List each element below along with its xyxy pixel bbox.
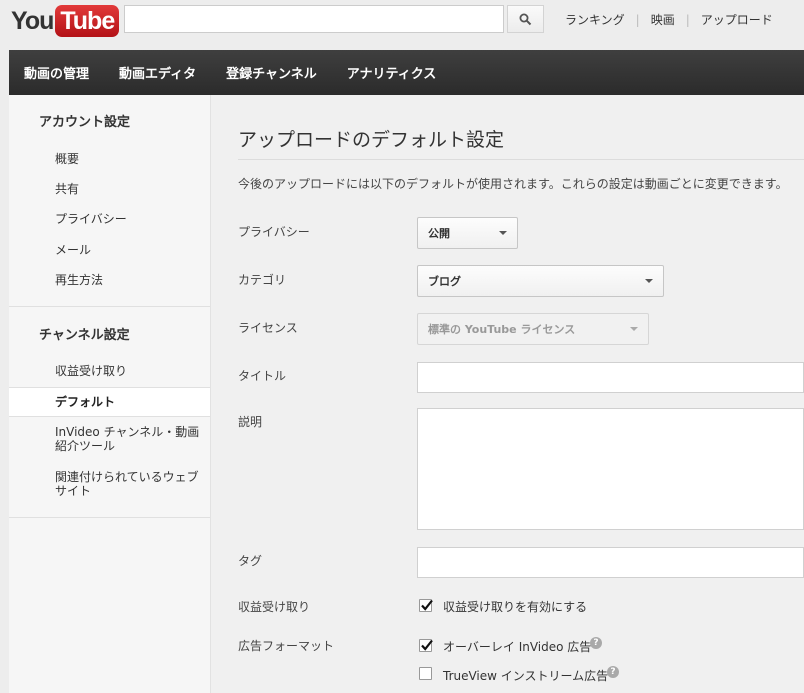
- sidebar-item-sharing[interactable]: 共有: [55, 182, 79, 196]
- link-separator: |: [635, 12, 640, 27]
- checkmark-icon: [421, 599, 433, 611]
- description-textarea[interactable]: [417, 408, 804, 530]
- sidebar-item-privacy[interactable]: プライバシー: [55, 212, 127, 226]
- logo-you-text: You: [11, 6, 54, 35]
- checkmark-icon: [421, 639, 433, 651]
- category-label: カテゴリ: [238, 273, 287, 287]
- help-icon[interactable]: ?: [590, 637, 602, 649]
- logo-tube-text: Tube: [55, 5, 120, 37]
- chevron-down-icon: [499, 231, 507, 235]
- overlay-ad-checkbox[interactable]: [419, 639, 433, 652]
- chevron-down-icon: [630, 327, 638, 331]
- ad-format-label: 広告フォーマット: [238, 639, 335, 653]
- title-input[interactable]: [417, 362, 804, 393]
- category-select[interactable]: ブログ: [417, 265, 664, 297]
- trueview-ad-checkbox[interactable]: [419, 667, 432, 680]
- privacy-select-value: 公開: [428, 227, 450, 240]
- overlay-ad-label[interactable]: オーバーレイ InVideo 広告: [443, 638, 591, 655]
- license-select[interactable]: 標準の YouTube ライセンス: [417, 313, 649, 345]
- monetization-label: 収益受け取り: [238, 600, 311, 614]
- search-button[interactable]: [507, 5, 544, 33]
- sidebar-divider: [9, 306, 210, 307]
- privacy-select[interactable]: 公開: [417, 217, 518, 249]
- title-divider: [238, 159, 804, 160]
- sidebar-item-overview[interactable]: 概要: [55, 152, 79, 166]
- chevron-down-icon: [645, 279, 653, 283]
- upload-link[interactable]: アップロード: [701, 11, 773, 28]
- page-title: アップロードのデフォルト設定: [238, 129, 505, 151]
- tags-label: タグ: [238, 554, 263, 568]
- sidebar-item-email[interactable]: メール: [55, 243, 91, 257]
- account-settings-heading: アカウント設定: [39, 115, 131, 130]
- top-links: ランキング | 映画 | アップロード: [565, 11, 773, 28]
- creator-nav-bar: 動画の管理 動画エディタ 登録チャンネル アナリティクス: [9, 50, 804, 95]
- link-separator: |: [685, 12, 690, 27]
- youtube-logo[interactable]: You Tube: [11, 5, 120, 37]
- category-select-value: ブログ: [428, 275, 461, 288]
- trueview-ad-label[interactable]: TrueView インストリーム広告: [443, 667, 608, 684]
- privacy-label: プライバシー: [238, 225, 310, 239]
- movies-link[interactable]: 映画: [651, 11, 675, 28]
- monetize-checkbox[interactable]: [419, 599, 433, 612]
- nav-analytics[interactable]: アナリティクス: [347, 63, 437, 82]
- channel-settings-heading: チャンネル設定: [39, 328, 130, 343]
- search-icon: [519, 13, 532, 25]
- upload-defaults-panel: アップロードのデフォルト設定 今後のアップロードには以下のデフォルトが使用されま…: [211, 95, 804, 693]
- help-icon[interactable]: ?: [607, 666, 619, 678]
- sidebar-item-monetization[interactable]: 収益受け取り: [55, 364, 127, 378]
- settings-sidebar: アカウント設定 概要 共有 プライバシー メール 再生方法 チャンネル設定 収益…: [9, 95, 211, 693]
- sidebar-divider: [9, 517, 210, 518]
- search-input[interactable]: [124, 5, 504, 33]
- description-label: 説明: [238, 415, 263, 429]
- ranking-link[interactable]: ランキング: [565, 11, 625, 28]
- nav-video-manager[interactable]: 動画の管理: [24, 63, 89, 82]
- page-description: 今後のアップロードには以下のデフォルトが使用されます。これらの設定は動画ごとに変…: [238, 177, 788, 191]
- masthead: You Tube ランキング | 映画 | アップロード: [0, 0, 804, 50]
- license-select-value: 標準の YouTube ライセンス: [428, 323, 576, 336]
- tags-input[interactable]: [417, 547, 804, 578]
- nav-subscriptions[interactable]: 登録チャンネル: [226, 63, 317, 82]
- sidebar-item-playback[interactable]: 再生方法: [55, 273, 103, 287]
- nav-video-editor[interactable]: 動画エディタ: [119, 63, 196, 82]
- sidebar-item-defaults[interactable]: デフォルト: [55, 395, 115, 409]
- license-label: ライセンス: [238, 321, 298, 335]
- monetize-checkbox-label[interactable]: 収益受け取りを有効にする: [443, 598, 587, 615]
- sidebar-item-invideo[interactable]: InVideo チャンネル・動画紹介ツール: [55, 425, 207, 453]
- sidebar-item-associated-website[interactable]: 関連付けられているウェブサイト: [55, 470, 205, 498]
- title-label: タイトル: [238, 369, 287, 383]
